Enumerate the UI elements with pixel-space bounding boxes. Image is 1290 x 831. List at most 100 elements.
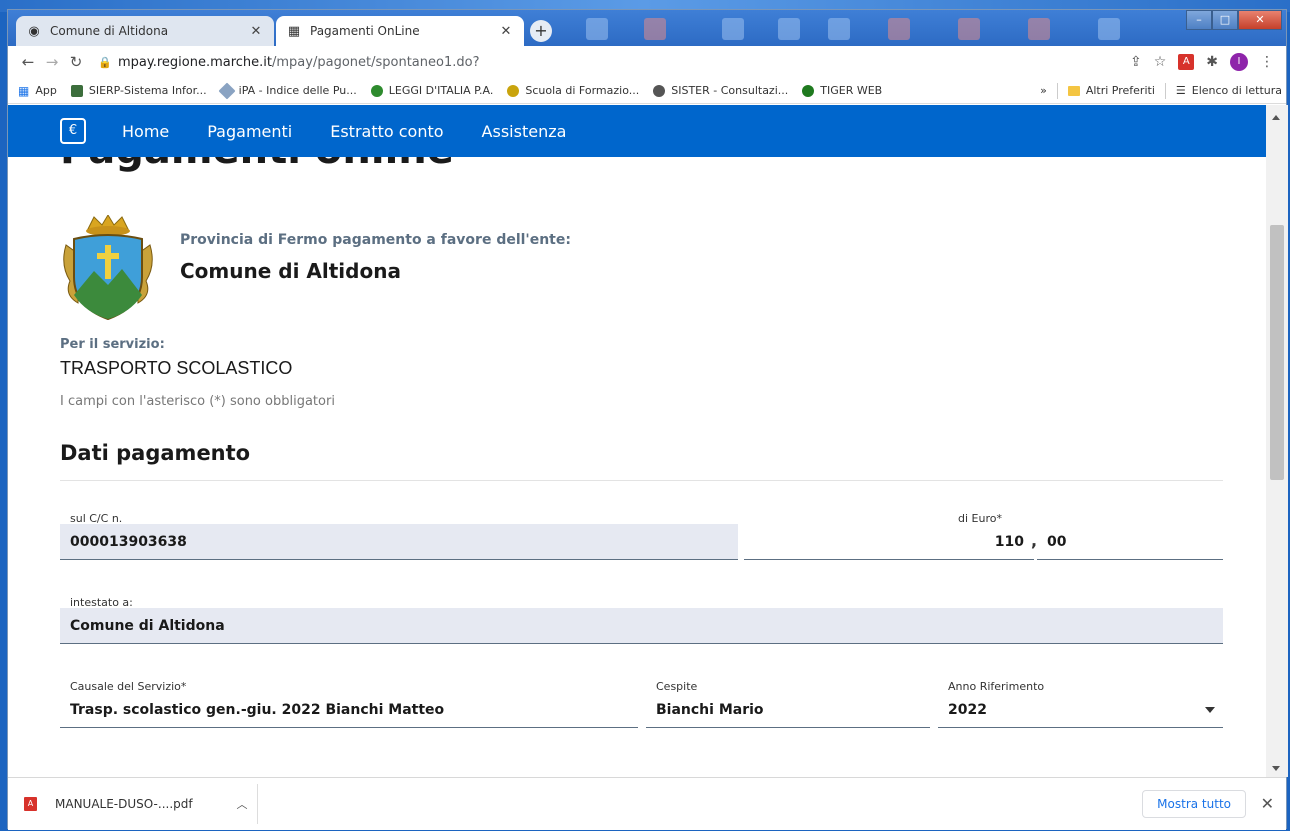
url-host: mpay.regione.marche.it	[118, 54, 273, 70]
show-all-downloads-button[interactable]: Mostra tutto	[1142, 790, 1246, 818]
taskbar-icon	[586, 18, 608, 40]
address-bar[interactable]: 🔒 mpay.regione.marche.it/mpay/pagonet/sp…	[98, 49, 1130, 75]
service-caption: Per il servizio:	[60, 337, 165, 352]
tab-title: Comune di Altidona	[50, 24, 169, 38]
tab-comune-altidona[interactable]: ◉ Comune di Altidona ✕	[16, 16, 274, 46]
nav-assistenza[interactable]: Assistenza	[482, 122, 567, 141]
bookmark-favicon-icon	[70, 84, 83, 97]
nav-home[interactable]: Home	[122, 122, 169, 141]
bookmark-favicon-icon	[802, 84, 815, 97]
required-fields-note: I campi con l'asterisco (*) sono obbliga…	[60, 394, 335, 409]
bookmark-scuola[interactable]: Scuola di Formazio...	[507, 84, 639, 97]
ente-caption: Provincia di Fermo pagamento a favore de…	[180, 232, 571, 248]
taskbar-icon	[778, 18, 800, 40]
url-text: mpay.regione.marche.it/mpay/pagonet/spon…	[118, 55, 479, 70]
close-tab-icon[interactable]: ✕	[248, 24, 264, 39]
tab-strip: ◉ Comune di Altidona ✕ ▦ Pagamenti OnLin…	[8, 10, 1286, 46]
page-favicon-icon: ▦	[287, 23, 301, 39]
ente-name: Comune di Altidona	[180, 259, 401, 283]
anno-select[interactable]: 2022	[938, 692, 1223, 728]
intestato-field: Comune di Altidona	[60, 608, 1223, 644]
minimize-button[interactable]: –	[1186, 10, 1212, 30]
section-title: Dati pagamento	[60, 441, 251, 465]
reload-icon[interactable]: ↻	[64, 53, 88, 71]
bookmark-label: iPA - Indice delle Pu...	[238, 84, 357, 97]
taskbar-icon	[644, 18, 666, 40]
taskbar-icon	[1098, 18, 1120, 40]
chevron-up-icon[interactable]: ︿	[227, 796, 257, 812]
euro-decimal-input[interactable]: 00	[1037, 524, 1223, 560]
tab-title: Pagamenti OnLine	[310, 24, 420, 38]
back-icon[interactable]: ←	[16, 53, 40, 71]
close-window-button[interactable]: ✕	[1238, 10, 1282, 30]
taskbar-icon	[722, 18, 744, 40]
cc-number-field: 000013903638	[60, 524, 738, 560]
nav-pagamenti[interactable]: Pagamenti	[207, 122, 292, 141]
bookmark-favicon-icon	[653, 84, 666, 97]
taskbar-icon	[958, 18, 980, 40]
page-content: Pagamenti online Provincia di Fermo paga…	[8, 157, 1266, 777]
separator	[1164, 82, 1166, 99]
lock-icon: 🔒	[98, 55, 112, 69]
causale-input[interactable]: Trasp. scolastico gen.-giu. 2022 Bianchi…	[60, 692, 638, 728]
close-tab-icon[interactable]: ✕	[498, 24, 514, 39]
bookmark-label: SISTER - Consultazi...	[671, 84, 789, 97]
scroll-down-arrow-icon[interactable]	[1272, 766, 1280, 771]
other-bookmarks-folder[interactable]: Altri Preferiti	[1086, 84, 1155, 97]
anno-selected-value: 2022	[948, 701, 987, 718]
reading-list-button[interactable]: Elenco di lettura	[1192, 84, 1282, 97]
url-path: /mpay/pagonet/spontaneo1.do?	[272, 54, 480, 70]
download-item[interactable]: A MANUALE-DUSO-....pdf ︿	[8, 784, 258, 824]
bookmark-label: Scuola di Formazio...	[525, 84, 640, 97]
taskbar-icon	[1028, 18, 1050, 40]
scroll-up-arrow-icon[interactable]	[1272, 115, 1280, 120]
pdf-extension-icon[interactable]: A	[1178, 54, 1195, 70]
euro-integer-input[interactable]: 110	[744, 524, 1034, 560]
bookmark-ipa[interactable]: iPA - Indice delle Pu...	[218, 82, 357, 99]
close-download-bar-icon[interactable]: ✕	[1261, 794, 1274, 813]
window-controls: – □ ✕	[1186, 10, 1282, 30]
download-bar: A MANUALE-DUSO-....pdf ︿ Mostra tutto ✕	[8, 777, 1286, 830]
taskbar-icon	[828, 18, 850, 40]
star-icon[interactable]: ☆	[1154, 54, 1167, 70]
maximize-button[interactable]: □	[1212, 10, 1238, 30]
bookmarks-bar: ▦ App SIERP-Sistema Infor... iPA - Indic…	[8, 78, 1286, 104]
bookmarks-right: » Altri Preferiti ☰ Elenco di lettura	[1040, 82, 1286, 99]
bookmark-sierp[interactable]: SIERP-Sistema Infor...	[70, 84, 207, 97]
bookmark-favicon-icon	[507, 84, 520, 97]
page-scrollbar[interactable]	[1266, 105, 1288, 777]
tab-pagamenti-online[interactable]: ▦ Pagamenti OnLine ✕	[276, 16, 524, 46]
pdf-file-icon: A	[24, 797, 37, 811]
taskbar-icon	[888, 18, 910, 40]
bookmark-label: LEGGI D'ITALIA P.A.	[388, 84, 494, 97]
bookmark-label: SIERP-Sistema Infor...	[88, 84, 207, 97]
service-name: TRASPORTO SCOLASTICO	[60, 358, 293, 378]
menu-icon[interactable]: ⋮	[1260, 54, 1274, 70]
apps-grid-icon: ▦	[18, 83, 30, 98]
site-logo-icon[interactable]: €	[60, 118, 86, 144]
bookmark-leggi[interactable]: LEGGI D'ITALIA P.A.	[370, 84, 494, 97]
browser-toolbar: ← → ↻ 🔒 mpay.regione.marche.it/mpay/pago…	[8, 46, 1286, 78]
new-tab-button[interactable]: +	[530, 20, 552, 42]
more-bookmarks-button[interactable]: »	[1040, 84, 1047, 97]
bookmark-sister[interactable]: SISTER - Consultazi...	[653, 84, 788, 97]
site-navbar: € Home Pagamenti Estratto conto Assisten…	[8, 105, 1266, 157]
scrollbar-thumb[interactable]	[1270, 225, 1284, 480]
bookmark-tiger[interactable]: TIGER WEB	[802, 84, 882, 97]
bookmark-app[interactable]: ▦ App	[18, 84, 57, 98]
globe-icon: ◉	[28, 23, 40, 39]
bookmark-favicon-icon	[370, 84, 383, 97]
separator	[1056, 82, 1058, 99]
cespite-input[interactable]: Bianchi Mario	[646, 692, 930, 728]
forward-icon[interactable]: →	[40, 53, 64, 71]
chevron-down-icon	[1205, 707, 1215, 713]
bookmark-label: App	[35, 84, 57, 97]
page-title: Pagamenti online	[60, 157, 454, 173]
toolbar-actions: ⇪ ☆ A ✱ I ⋮	[1130, 53, 1286, 71]
profile-avatar[interactable]: I	[1230, 53, 1248, 71]
nav-estratto-conto[interactable]: Estratto conto	[330, 122, 443, 141]
share-icon[interactable]: ⇪	[1130, 54, 1142, 70]
section-divider	[60, 480, 1223, 481]
extensions-icon[interactable]: ✱	[1206, 54, 1218, 70]
coat-of-arms-logo	[63, 215, 153, 321]
